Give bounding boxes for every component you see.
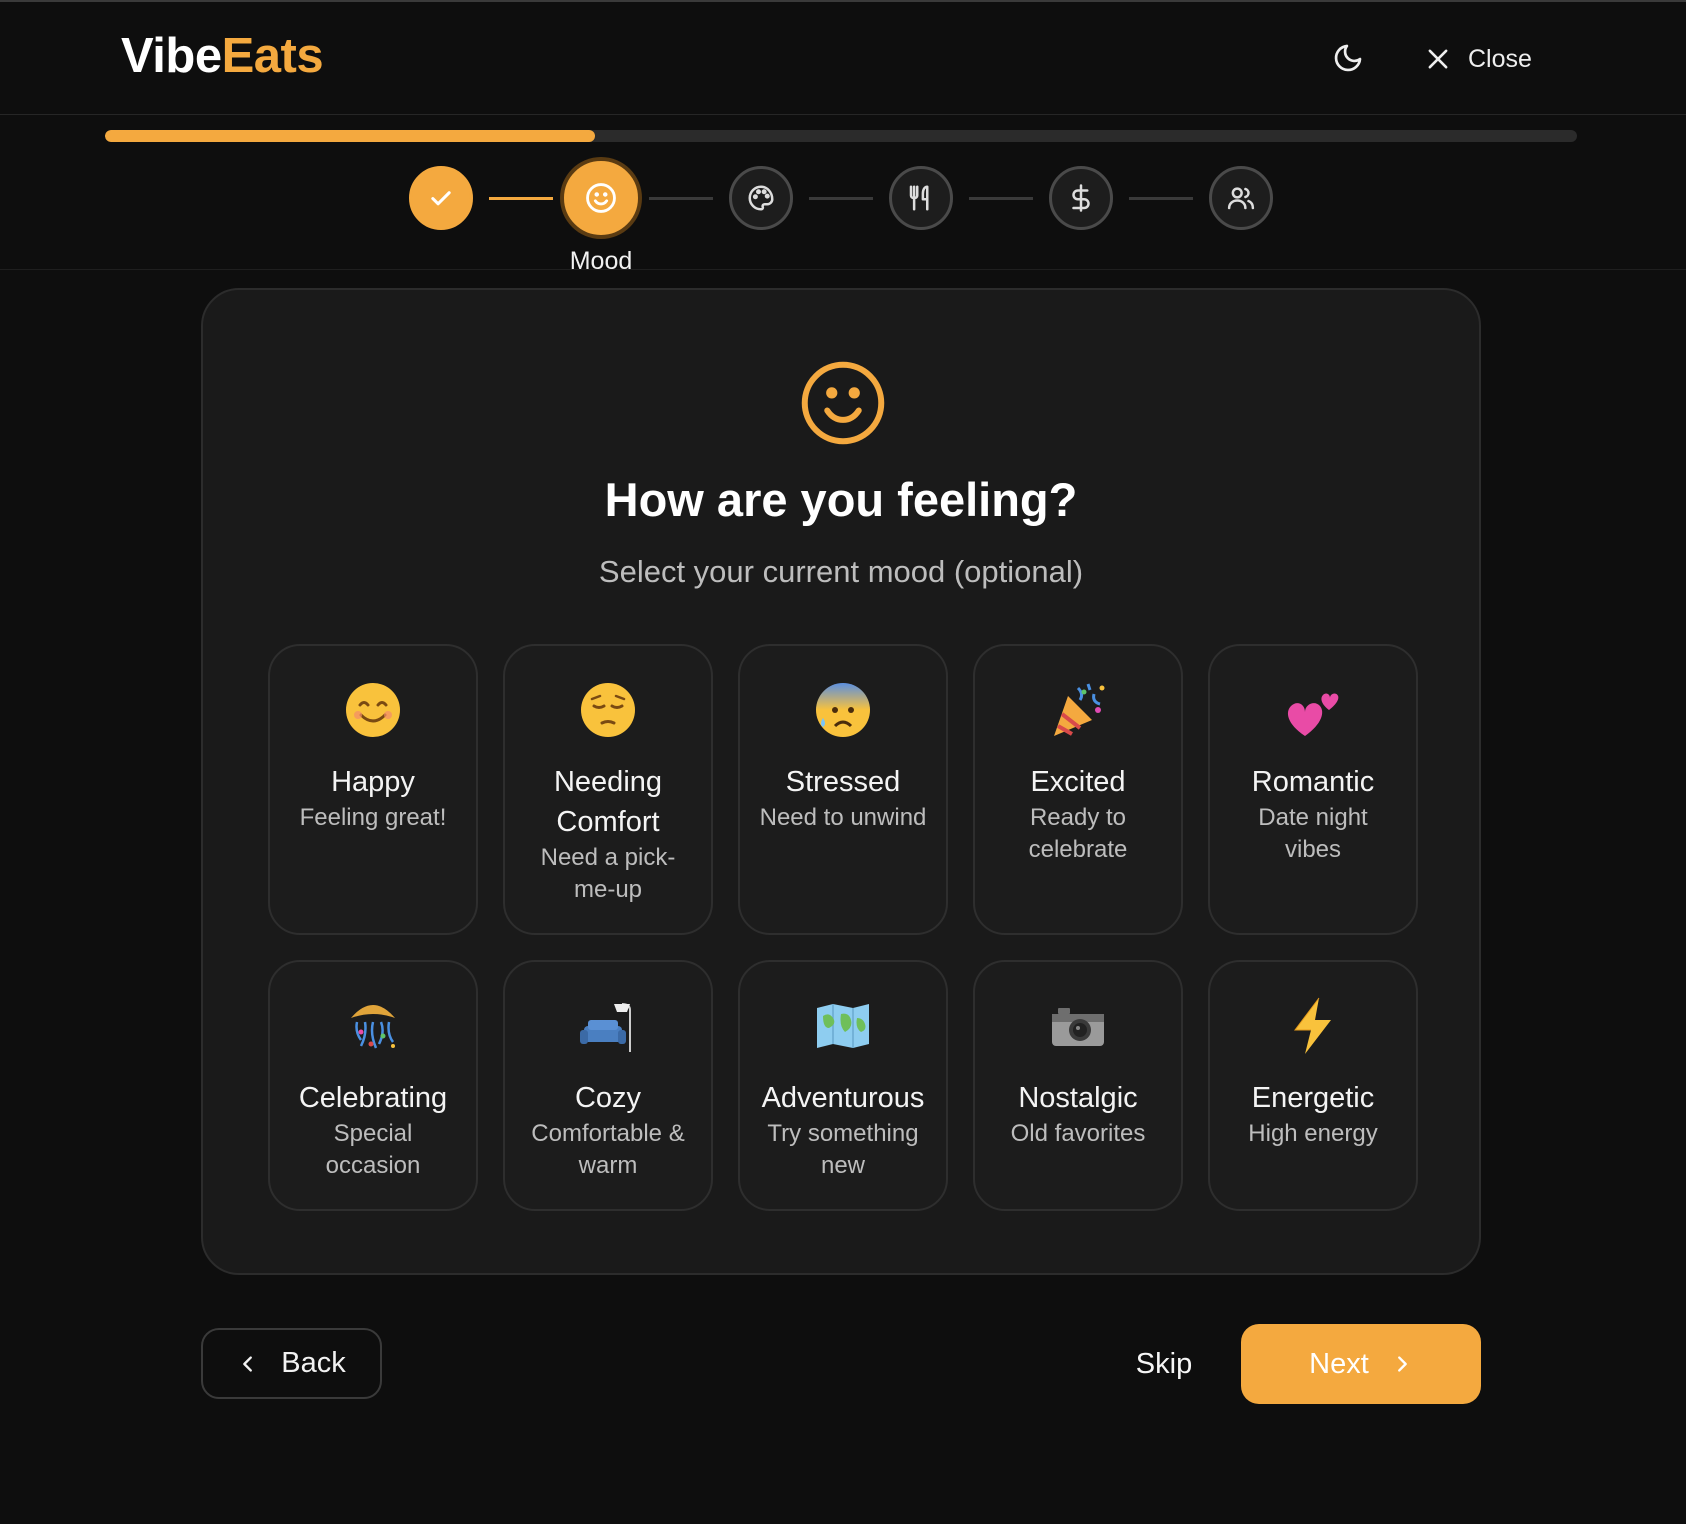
step-connector (969, 197, 1033, 200)
mood-name: Energetic (1251, 1082, 1375, 1114)
step-1-done[interactable] (409, 166, 473, 230)
couch-lamp-icon (578, 996, 638, 1056)
skip-button[interactable]: Skip (1124, 1340, 1204, 1388)
mood-name: Happy (331, 766, 415, 798)
mood-option-adventurous[interactable]: Adventurous Try something new (738, 960, 948, 1211)
step-connector (649, 197, 713, 200)
mood-desc: Feeling great! (299, 804, 447, 831)
mood-desc: High energy (1248, 1120, 1378, 1147)
mood-option-romantic[interactable]: Romantic Date night vibes (1208, 644, 1418, 935)
back-button[interactable]: Back (201, 1328, 382, 1399)
close-button[interactable]: Close (1424, 38, 1532, 80)
mood-option-nostalgic[interactable]: Nostalgic Old favorites (973, 960, 1183, 1211)
progress-fill (105, 130, 596, 142)
palette-icon (748, 185, 774, 211)
emoji-anxious-icon (813, 680, 873, 740)
mood-option-cozy[interactable]: Cozy Comfortable & warm (503, 960, 713, 1211)
camera-icon (1048, 996, 1108, 1056)
next-label: Next (1309, 1347, 1369, 1380)
logo-part-eats: Eats (221, 29, 324, 83)
step-indicator: Mood (0, 150, 1686, 275)
emoji-happy-icon (343, 680, 403, 740)
step-2-mood[interactable] (564, 161, 638, 235)
check-icon (431, 191, 451, 206)
mood-desc: Special occasion (325, 1120, 421, 1179)
chevron-left-icon (243, 1355, 253, 1372)
two-hearts-icon (1283, 680, 1343, 740)
confetti-ball-icon (343, 996, 403, 1056)
step-2-label: Mood (569, 247, 633, 275)
mood-card: How are you feeling? Select your current… (201, 288, 1481, 1275)
step-5-budget[interactable] (1049, 166, 1113, 230)
mood-option-needing-comfort[interactable]: Needing Comfort Need a pick-me-up (503, 644, 713, 935)
mood-name: Needing Comfort (553, 766, 663, 838)
logo-part-vibe: Vibe (121, 29, 222, 83)
mood-name: Romantic (1251, 766, 1375, 798)
progress-bar (105, 130, 1577, 142)
mood-name: Excited (1030, 766, 1126, 798)
mood-desc: Comfortable & warm (531, 1120, 685, 1179)
close-label: Close (1468, 44, 1532, 73)
mood-name: Adventurous (761, 1082, 925, 1114)
mood-desc: Ready to celebrate (1028, 804, 1128, 863)
page-subtitle: Select your current mood (optional) (598, 554, 1084, 589)
step-connector (809, 197, 873, 200)
mood-option-excited[interactable]: Excited Ready to celebrate (973, 644, 1183, 935)
back-label: Back (281, 1347, 346, 1379)
step-6-group[interactable] (1209, 166, 1273, 230)
step-4-cuisine[interactable] (889, 166, 953, 230)
smile-icon (586, 183, 616, 213)
step-3-style[interactable] (729, 166, 793, 230)
mood-option-stressed[interactable]: Stressed Need to unwind (738, 644, 948, 935)
chevron-right-icon (1397, 1356, 1407, 1372)
smile-icon (801, 361, 885, 445)
dollar-icon (1072, 184, 1090, 212)
mood-option-energetic[interactable]: Energetic High energy (1208, 960, 1418, 1211)
mood-desc: Try something new (767, 1120, 919, 1179)
mood-name: Nostalgic (1018, 1082, 1138, 1114)
app-logo[interactable]: VibeEats (121, 28, 324, 84)
party-popper-icon (1048, 680, 1108, 740)
page-title: How are you feeling? (604, 473, 1078, 526)
mood-option-celebrating[interactable]: Celebrating Special occasion (268, 960, 478, 1211)
mood-desc: Old favorites (1010, 1120, 1146, 1147)
mood-name: Stressed (785, 766, 901, 798)
moon-icon (1334, 44, 1362, 72)
next-button[interactable]: Next (1241, 1324, 1481, 1404)
step-connector (1129, 197, 1193, 200)
mood-desc: Date night vibes (1258, 804, 1368, 863)
theme-toggle-button[interactable] (1328, 38, 1368, 78)
world-map-icon (813, 996, 873, 1056)
mood-desc: Need to unwind (759, 804, 927, 831)
lightning-icon (1283, 996, 1343, 1056)
users-icon (1227, 187, 1255, 210)
mood-name: Cozy (574, 1082, 642, 1114)
app-header: VibeEats Close (0, 2, 1686, 115)
mood-name: Celebrating (298, 1082, 448, 1114)
emoji-pensive-icon (578, 680, 638, 740)
mood-desc: Need a pick-me-up (540, 844, 676, 903)
step-connector (489, 197, 553, 200)
mood-option-happy[interactable]: Happy Feeling great! (268, 644, 478, 935)
utensils-icon (909, 185, 929, 211)
close-icon (1428, 49, 1448, 69)
